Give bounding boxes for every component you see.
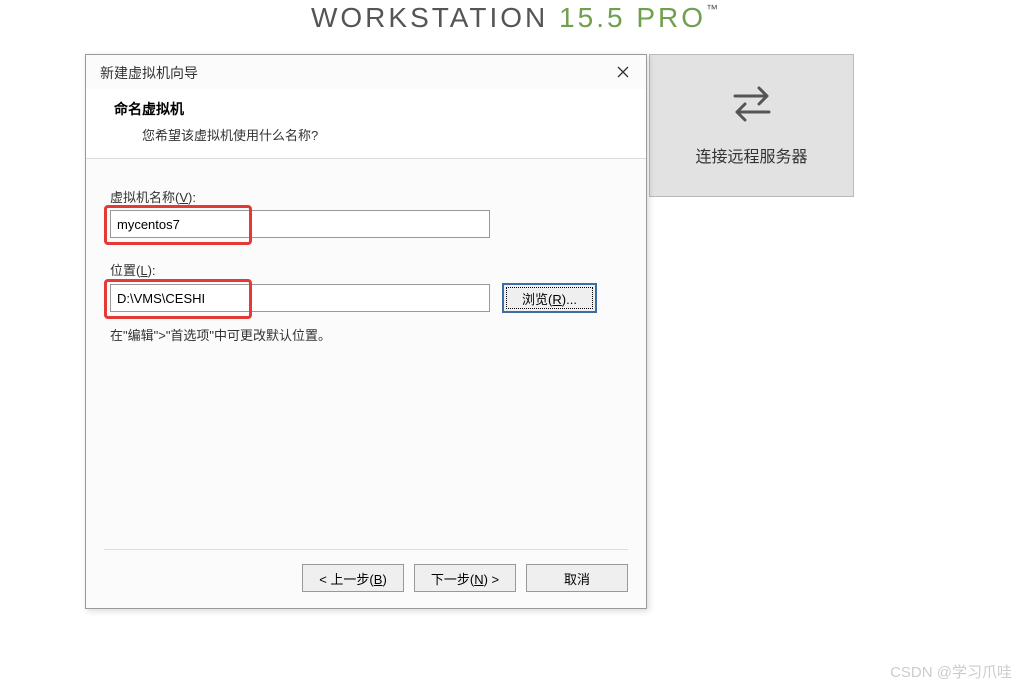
dialog-titlebar: 新建虚拟机向导 bbox=[86, 55, 646, 89]
dialog-header-title: 命名虚拟机 bbox=[114, 99, 626, 119]
location-hint: 在"编辑">"首选项"中可更改默认位置。 bbox=[110, 325, 622, 344]
dialog-body: 虚拟机名称(V): 位置(L): 浏览(R)... 在"编辑">"首选项"中可更… bbox=[86, 159, 646, 354]
back-button[interactable]: < 上一步(B) bbox=[302, 564, 404, 592]
connect-remote-server-button[interactable]: 连接远程服务器 bbox=[649, 54, 854, 197]
dialog-title: 新建虚拟机向导 bbox=[100, 63, 198, 83]
swap-arrows-icon bbox=[729, 84, 775, 129]
brand-version: 15.5 PRO bbox=[559, 2, 706, 33]
brand-header: WORKSTATION 15.5 PRO™ bbox=[0, 2, 1032, 34]
cancel-button[interactable]: 取消 bbox=[526, 564, 628, 592]
vm-name-input[interactable] bbox=[110, 210, 490, 238]
location-input[interactable] bbox=[110, 284, 490, 312]
next-button[interactable]: 下一步(N) > bbox=[414, 564, 516, 592]
close-button[interactable] bbox=[614, 64, 632, 82]
vm-name-label: 虚拟机名称(V): bbox=[110, 187, 622, 206]
brand-name: WORKSTATION bbox=[311, 2, 548, 33]
dialog-header-sub: 您希望该虚拟机使用什么名称? bbox=[142, 125, 626, 144]
location-label: 位置(L): bbox=[110, 260, 622, 279]
close-icon bbox=[616, 65, 630, 82]
browse-button[interactable]: 浏览(R)... bbox=[502, 283, 597, 313]
dialog-inner-header: 命名虚拟机 您希望该虚拟机使用什么名称? bbox=[86, 89, 646, 159]
new-vm-wizard-dialog: 新建虚拟机向导 命名虚拟机 您希望该虚拟机使用什么名称? 虚拟机名称(V): 位… bbox=[85, 54, 647, 609]
dialog-button-row: < 上一步(B) 下一步(N) > 取消 bbox=[104, 549, 628, 592]
brand-tm: ™ bbox=[706, 2, 721, 16]
connect-remote-label: 连接远程服务器 bbox=[695, 143, 807, 167]
watermark: CSDN @学习爪哇 bbox=[890, 661, 1012, 682]
